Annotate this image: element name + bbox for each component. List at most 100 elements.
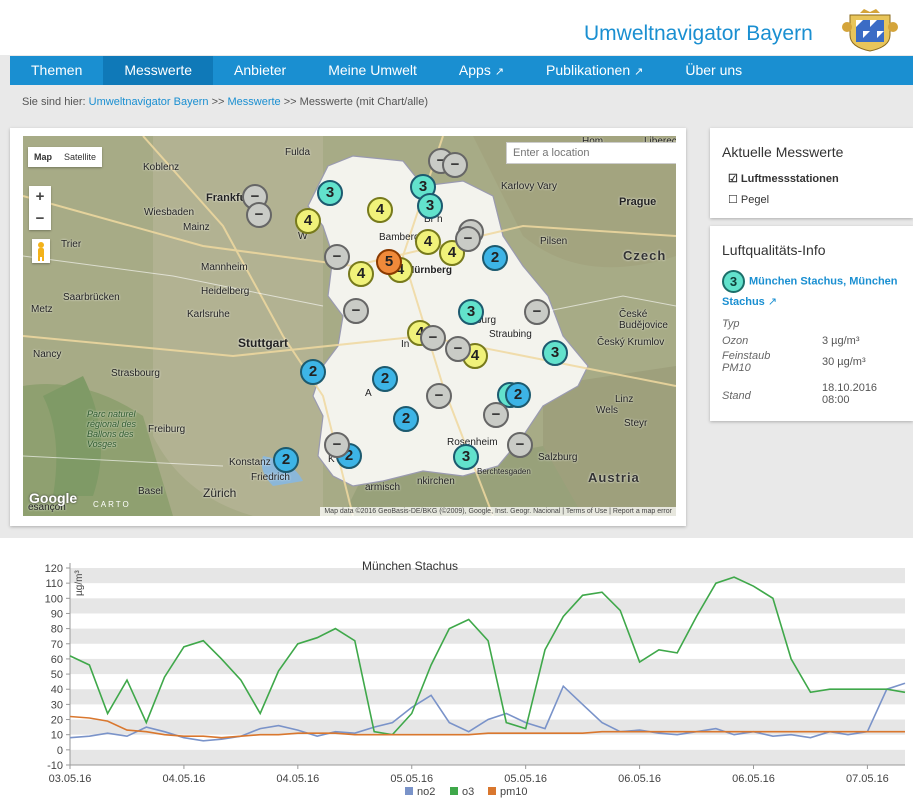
station-marker[interactable]: − [455,226,481,252]
station-marker[interactable]: 2 [505,382,531,408]
station-marker[interactable]: 2 [482,245,508,271]
y-tick-label: 60 [51,654,63,666]
map-label-garmisch: armisch [365,482,401,493]
station-name[interactable]: München Stachus, München Stachus [722,275,898,308]
map-attribution[interactable]: Map data ©2016 GeoBasis-DE/BKG (©2009), … [320,507,676,516]
station-marker[interactable]: − [343,298,369,324]
map-label-karlsruhe: Karlsruhe [187,309,230,320]
station-marker[interactable]: − [507,432,533,458]
station-marker[interactable]: − [426,383,452,409]
map-type-satellite-button[interactable]: Satellite [58,147,102,167]
station-marker[interactable]: − [442,152,468,178]
map-label-augsburg: A [365,388,372,399]
y-tick-label: 70 [51,639,63,651]
map-label-nancy: Nancy [33,349,62,360]
station-marker[interactable]: 2 [300,359,326,385]
grid-band [70,689,905,705]
y-tick-label: 90 [51,608,63,620]
station-marker[interactable]: − [483,402,509,428]
external-link-icon: ↗ [634,66,644,78]
map-label-zurich: Zürich [203,486,237,500]
zoom-in-button[interactable]: + [29,186,51,208]
grid-band [70,749,905,765]
gauge-checkbox[interactable]: ☐ Pegel [728,193,769,206]
nav-item-themen[interactable]: Themen [10,56,103,85]
map-label-ceske: České Budějovice [619,309,668,331]
station-marker[interactable]: 2 [393,406,419,432]
map-label-heidelberg: Heidelberg [201,286,250,297]
zoom-out-button[interactable]: − [29,208,51,230]
map-panel: Fulda Koblenz Frankfurt Wiesbaden Mainz … [10,128,686,526]
map-type-map-button[interactable]: Map [28,147,58,167]
station-marker[interactable]: 3 [453,444,479,470]
legend-label-o3[interactable]: o3 [462,786,474,798]
nav-item-über-uns[interactable]: Über uns [664,56,763,85]
row-key: Feinstaub PM10 [722,350,771,374]
breadcrumb-current: Messwerte (mit Chart/alle) [299,96,429,108]
map-label-cesky: Český Krumlov [597,337,665,348]
grid-band [70,568,905,584]
map-label-fulda: Fulda [285,147,311,158]
map-label-bamberg: Bamberg [379,232,420,243]
station-marker[interactable]: 3 [417,193,443,219]
map-type-control: Map Satellite [28,147,103,167]
map-label-strasbourg: Strasbourg [111,368,160,379]
station-marker[interactable]: − [524,299,550,325]
nav-item-messwerte[interactable]: Messwerte [103,56,214,85]
x-tick-label: 06.05.16 [732,773,775,785]
station-marker[interactable]: 4 [348,261,374,287]
station-marker[interactable]: 5 [376,249,402,275]
breadcrumb-home-link[interactable]: Umweltnavigator Bayern [89,96,209,108]
station-marker[interactable]: 4 [295,208,321,234]
nav-item-publikationen[interactable]: Publikationen ↗ [525,56,664,85]
map-label-karlovy: Karlovy Vary [501,181,557,192]
row-value: 30 µg/m³ [822,356,866,368]
site-title[interactable]: Umweltnavigator Bayern [584,22,813,46]
grid-band [70,658,905,675]
y-tick-label: -10 [47,760,63,772]
nav-item-anbieter[interactable]: Anbieter [213,56,307,85]
station-marker[interactable]: − [420,325,446,351]
row-key: Stand [722,390,751,402]
station-marker[interactable]: 4 [367,197,393,223]
breadcrumb-separator: >> [211,96,225,108]
bavarian-crest-logo [842,9,898,52]
y-tick-label: 120 [45,563,63,575]
station-marker[interactable]: 2 [273,447,299,473]
station-marker[interactable]: 4 [415,229,441,255]
nav-item-meine-umwelt[interactable]: Meine Umwelt [307,56,438,85]
y-tick-label: 30 [51,699,63,711]
map-label-kirchen: nkirchen [417,476,455,487]
location-search-input[interactable] [506,142,676,164]
map-label-vosges: Parc naturel régional des Ballons des Vo… [87,409,137,449]
map-label-konstanz: Konstanz [229,457,271,468]
row-value: 3 µg/m³ [822,335,860,347]
map-label-pilsen: Pilsen [540,236,568,247]
station-marker[interactable]: 3 [542,340,568,366]
breadcrumb-messwerte-link[interactable]: Messwerte [227,96,280,108]
zoom-control: + − [29,186,51,230]
station-marker[interactable]: 3 [317,180,343,206]
nav-item-apps[interactable]: Apps ↗ [438,56,525,85]
map-label-austria: Austria [588,470,640,485]
map[interactable]: Fulda Koblenz Frankfurt Wiesbaden Mainz … [23,136,676,516]
legend-swatch-pm10 [488,787,496,795]
legend-label-pm10[interactable]: pm10 [500,786,528,798]
breadcrumb-separator: >> [283,96,297,108]
nav-item-label: Publikationen [546,62,631,78]
station-marker[interactable]: − [324,244,350,270]
station-marker[interactable]: 3 [458,299,484,325]
map-label-trier: Trier [61,239,82,250]
station-marker[interactable]: − [324,432,350,458]
station-marker[interactable]: − [246,202,272,228]
map-label-mannheim: Mannheim [201,262,248,273]
y-tick-label: 50 [51,669,63,681]
y-tick-label: 0 [57,745,63,757]
y-tick-label: 110 [45,578,63,590]
station-link[interactable]: 3 München Stachus, München Stachus ↗ [722,270,912,311]
legend-label-no2[interactable]: no2 [417,786,435,798]
pegman-icon[interactable] [32,239,50,263]
station-marker[interactable]: 2 [372,366,398,392]
air-stations-checkbox[interactable]: ☑ Luftmessstationen [728,172,839,185]
station-marker[interactable]: − [445,336,471,362]
